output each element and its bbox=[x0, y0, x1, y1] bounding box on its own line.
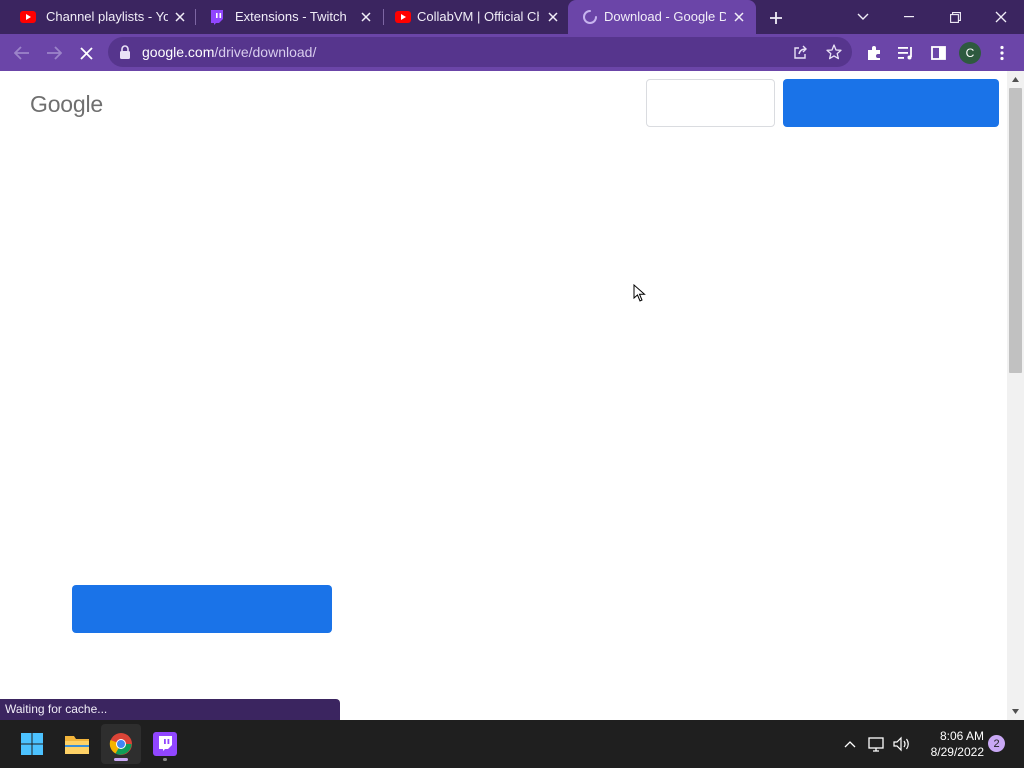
clock[interactable]: 8:06 AM 8/29/2022 bbox=[918, 728, 984, 760]
youtube-icon bbox=[20, 9, 36, 25]
running-indicator bbox=[163, 758, 167, 761]
url-path: /drive/download/ bbox=[214, 44, 317, 60]
tab-label: Channel playlists - YouT bbox=[46, 9, 168, 24]
page-content: Google bbox=[0, 71, 1007, 720]
more-vertical-icon bbox=[1000, 45, 1004, 61]
url-domain: google.com bbox=[142, 44, 215, 60]
tab-extensions-twitch[interactable]: Extensions - Twitch bbox=[195, 0, 381, 34]
active-indicator bbox=[114, 758, 128, 761]
restore-icon bbox=[949, 11, 961, 23]
twitch-icon bbox=[153, 732, 177, 756]
taskbar-chrome[interactable] bbox=[101, 724, 141, 764]
media-controls-button[interactable] bbox=[893, 40, 919, 66]
twitch-icon bbox=[209, 9, 225, 25]
chevron-down-icon bbox=[857, 13, 869, 20]
restore-button[interactable] bbox=[932, 0, 978, 34]
loading-spinner-icon bbox=[582, 9, 598, 25]
scroll-up-arrow-icon[interactable] bbox=[1011, 75, 1020, 84]
close-icon bbox=[79, 46, 93, 60]
google-logo[interactable]: Google bbox=[30, 91, 103, 117]
clock-time: 8:06 AM bbox=[939, 729, 984, 743]
profile-avatar[interactable]: C bbox=[959, 42, 981, 64]
scrollbar[interactable] bbox=[1007, 71, 1024, 720]
side-panel-icon bbox=[930, 46, 946, 60]
close-tab-icon[interactable] bbox=[358, 9, 374, 25]
arrow-right-icon bbox=[47, 46, 62, 60]
minimize-button[interactable] bbox=[886, 0, 932, 34]
network-button[interactable] bbox=[867, 734, 887, 754]
star-icon bbox=[826, 44, 842, 60]
tab-collabvm[interactable]: CollabVM | Official Cha bbox=[381, 0, 567, 34]
close-tab-icon[interactable] bbox=[545, 9, 561, 25]
puzzle-icon bbox=[868, 46, 880, 60]
tab-label: Extensions - Twitch bbox=[235, 9, 347, 24]
volume-icon bbox=[893, 736, 909, 752]
tab-search-button[interactable] bbox=[840, 0, 886, 34]
youtube-icon bbox=[395, 9, 411, 25]
forward-button[interactable] bbox=[41, 40, 67, 66]
file-explorer-icon bbox=[65, 736, 89, 754]
header-outline-button[interactable] bbox=[646, 79, 775, 127]
header-primary-button[interactable] bbox=[783, 79, 999, 127]
side-panel-button[interactable] bbox=[925, 40, 951, 66]
arrow-left-icon bbox=[14, 46, 29, 60]
status-bubble: Waiting for cache... bbox=[0, 699, 340, 720]
playlist-icon bbox=[898, 47, 912, 60]
url-text[interactable]: google.com/drive/download/ bbox=[142, 44, 316, 60]
download-button[interactable] bbox=[72, 585, 332, 633]
screen: Channel playlists - YouT Extensions - Tw… bbox=[0, 0, 1024, 768]
scrollbar-thumb[interactable] bbox=[1009, 88, 1022, 373]
network-icon bbox=[868, 737, 884, 752]
taskbar-file-explorer[interactable] bbox=[57, 724, 97, 764]
volume-button[interactable] bbox=[892, 734, 912, 754]
lock-icon[interactable] bbox=[118, 44, 132, 60]
mouse-cursor-icon bbox=[633, 284, 646, 302]
start-button[interactable] bbox=[12, 724, 52, 764]
tab-channel-playlists[interactable]: Channel playlists - YouT bbox=[6, 0, 192, 34]
tab-label: Download - Google Dri bbox=[604, 9, 726, 24]
menu-button[interactable] bbox=[989, 40, 1015, 66]
browser-toolbar: google.com/drive/download/ C bbox=[0, 34, 1024, 71]
close-window-button[interactable] bbox=[978, 0, 1024, 34]
extensions-button[interactable] bbox=[861, 40, 887, 66]
share-icon bbox=[794, 45, 807, 59]
clock-date: 8/29/2022 bbox=[930, 745, 984, 759]
tab-label: CollabVM | Official Cha bbox=[417, 9, 539, 24]
close-tab-icon[interactable] bbox=[172, 9, 188, 25]
show-hidden-icons-button[interactable] bbox=[840, 734, 860, 754]
chevron-up-icon bbox=[844, 741, 856, 748]
start-icon bbox=[21, 733, 43, 755]
tab-strip: Channel playlists - YouT Extensions - Tw… bbox=[0, 0, 1024, 34]
back-button[interactable] bbox=[9, 40, 35, 66]
bookmark-button[interactable] bbox=[823, 41, 845, 63]
taskbar: 8:06 AM 8/29/2022 2 bbox=[0, 720, 1024, 768]
taskbar-twitch[interactable] bbox=[145, 724, 185, 764]
address-bar[interactable]: google.com/drive/download/ bbox=[108, 37, 852, 67]
chrome-icon bbox=[109, 733, 132, 755]
plus-icon bbox=[770, 12, 782, 24]
minimize-icon bbox=[904, 16, 914, 18]
scroll-down-arrow-icon[interactable] bbox=[1011, 707, 1020, 716]
notification-badge[interactable]: 2 bbox=[988, 735, 1005, 752]
tab-download-google-drive[interactable]: Download - Google Dri bbox=[568, 0, 756, 34]
new-tab-button[interactable] bbox=[765, 7, 787, 29]
share-button[interactable] bbox=[790, 41, 812, 63]
close-icon bbox=[995, 11, 1007, 23]
close-tab-icon[interactable] bbox=[731, 9, 747, 25]
stop-loading-button[interactable] bbox=[73, 40, 99, 66]
